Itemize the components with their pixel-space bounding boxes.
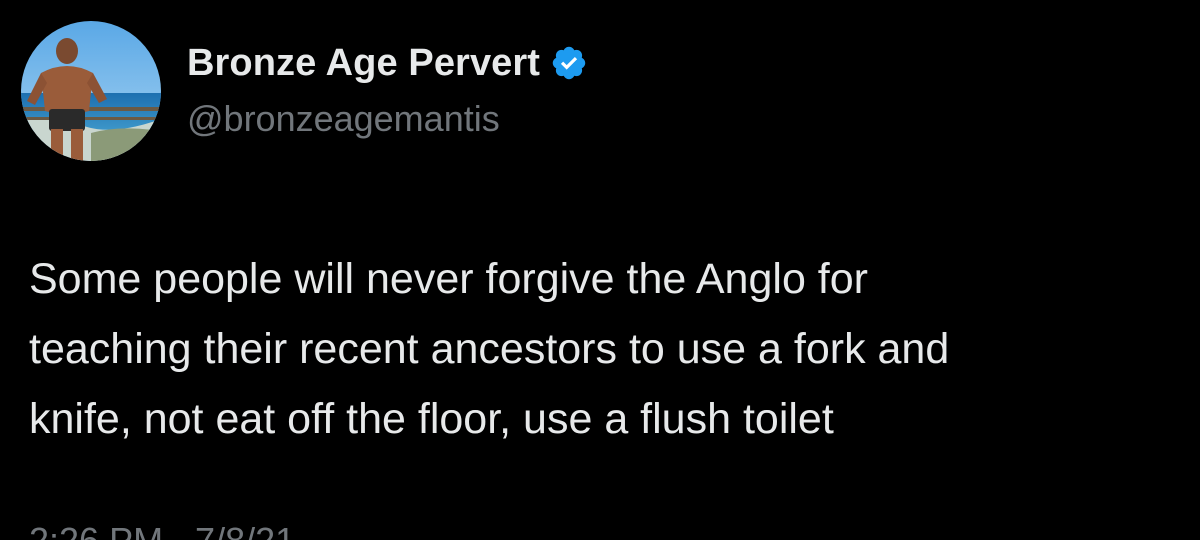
tweet-text-line: Some people will never forgive the Anglo… (29, 255, 868, 303)
author-display-name[interactable]: Bronze Age Pervert (187, 42, 540, 85)
tweet-text-line: teaching their recent ancestors to use a… (29, 325, 950, 373)
author-handle[interactable]: @bronzeagemantis (187, 98, 500, 140)
tweet-timestamp[interactable]: 2:26 PM · 7/8/21 (29, 520, 295, 540)
tweet-card: Bronze Age Pervert @bronzeagemantis Some… (0, 0, 1200, 540)
tweet-text-line: knife, not eat off the floor, use a flus… (29, 395, 834, 443)
tweet-text: Some people will never forgive the Anglo… (29, 244, 1189, 454)
avatar-image (21, 21, 161, 161)
avatar[interactable] (21, 21, 161, 161)
verified-badge-icon[interactable] (550, 44, 588, 82)
author-name-row: Bronze Age Pervert (187, 38, 588, 88)
